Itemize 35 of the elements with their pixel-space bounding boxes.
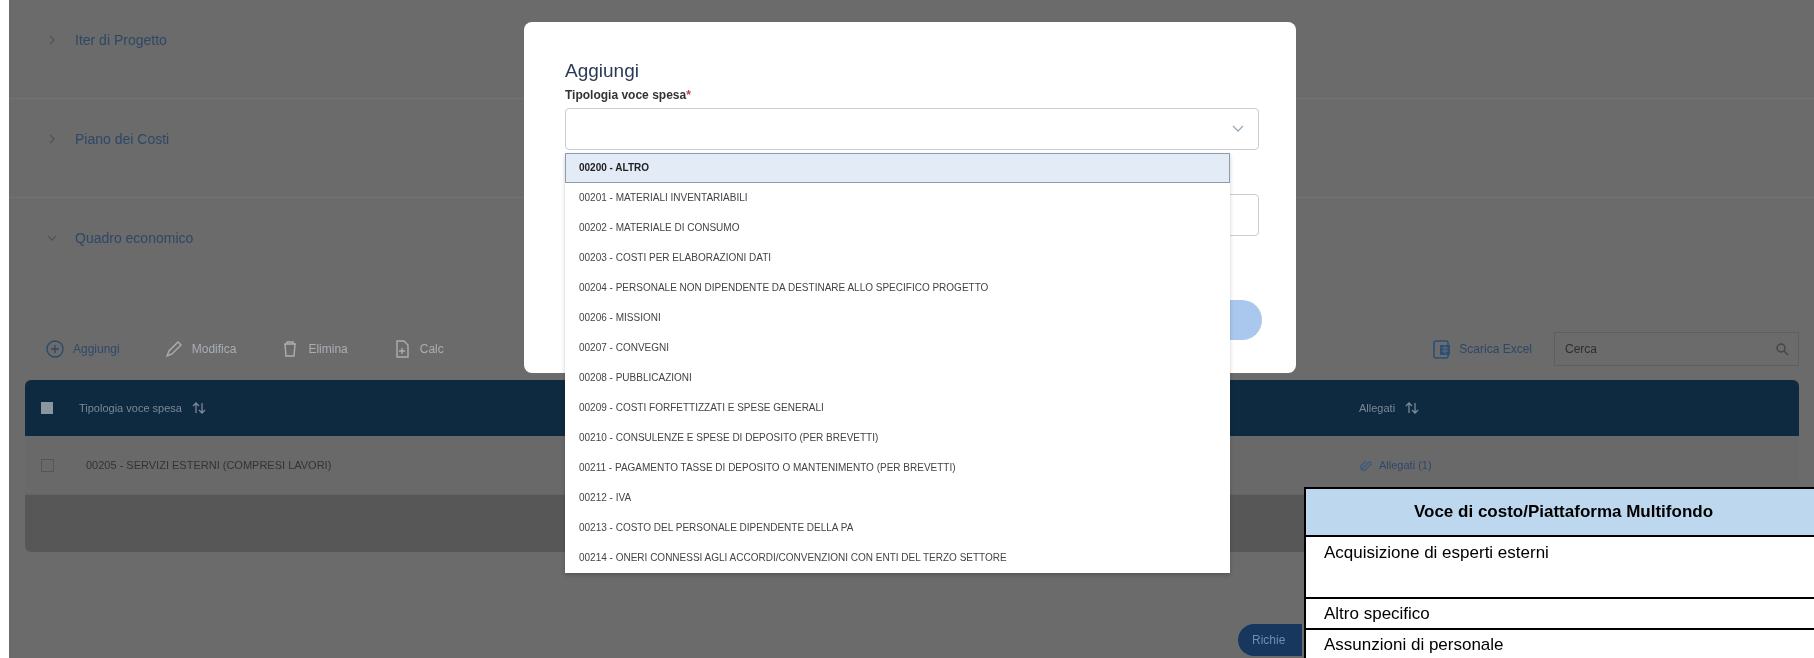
- dropdown-option[interactable]: 00202 - MATERIALE DI CONSUMO: [565, 213, 1230, 243]
- sort-icon[interactable]: [1405, 400, 1420, 416]
- paperclip-icon: [1359, 458, 1373, 472]
- dropdown-option[interactable]: 00211 - PAGAMENTO TASSE DI DEPOSITO O MANTENIMENTO (PER BREVETTI): [565, 453, 1230, 483]
- dropdown-option[interactable]: 00210 - CONSULENZE E SPESE DI DEPOSITO (PER BREVETTI): [565, 423, 1230, 453]
- dropdown-option[interactable]: 00213 - COSTO DEL PERSONALE DIPENDENTE DELLA PA: [565, 513, 1230, 543]
- dropdown-option[interactable]: 00206 - MISSIONI: [565, 303, 1230, 333]
- table-cell: Acquisizione di esperti esterni: [1306, 537, 1814, 599]
- dropdown-option[interactable]: 00207 - CONVEGNI: [565, 333, 1230, 363]
- dialog-title: Aggiungi: [565, 60, 640, 82]
- dropdown-option[interactable]: 00209 - COSTI FORFETTIZZATI E SPESE GENERALI: [565, 393, 1230, 423]
- search-icon[interactable]: [1775, 342, 1789, 356]
- select-all-checkbox[interactable]: [41, 402, 53, 414]
- add-icon[interactable]: [45, 339, 65, 359]
- dropdown-option[interactable]: 00201 - MATERIALI INVENTARIABILI: [565, 183, 1230, 213]
- chevron-down-icon[interactable]: [1232, 125, 1244, 133]
- column-header[interactable]: Tipologia voce spesa: [79, 402, 182, 414]
- dropdown-option[interactable]: 00214 - ONERI CONNESSI AGLI ACCORDI/CONVENZIONI CON ENTI DEL TERZO SETTORE: [565, 543, 1230, 573]
- sort-icon[interactable]: [191, 400, 206, 416]
- dropdown-option[interactable]: 00208 - PUBBLICAZIONI: [565, 363, 1230, 393]
- select-field[interactable]: [565, 108, 1259, 150]
- chevron-icon[interactable]: [47, 134, 57, 144]
- table-header: Voce di costo/Piattaforma Multifondo: [1306, 489, 1814, 537]
- table-cell: Assunzioni di personale: [1306, 630, 1814, 658]
- dropdown-option[interactable]: 00204 - PERSONALE NON DIPENDENTE DA DESTINARE ALLO SPECIFICO PROGETTO: [565, 273, 1230, 303]
- field-label: Tipologia voce spesa*: [565, 88, 692, 102]
- search-field[interactable]: Cerca: [1554, 332, 1799, 366]
- request-button[interactable]: Richie: [1238, 624, 1302, 656]
- dropdown-option[interactable]: 00200 - ALTRO: [565, 153, 1230, 183]
- dropdown-option[interactable]: 00203 - COSTI PER ELABORAZIONI DATI: [565, 243, 1230, 273]
- chevron-icon[interactable]: [47, 233, 57, 243]
- table-cell: Altro specifico: [1306, 599, 1814, 630]
- column-header[interactable]: Allegati: [1359, 402, 1396, 414]
- chevron-icon[interactable]: [47, 35, 57, 45]
- dropdown-option[interactable]: 00212 - IVA: [565, 483, 1230, 513]
